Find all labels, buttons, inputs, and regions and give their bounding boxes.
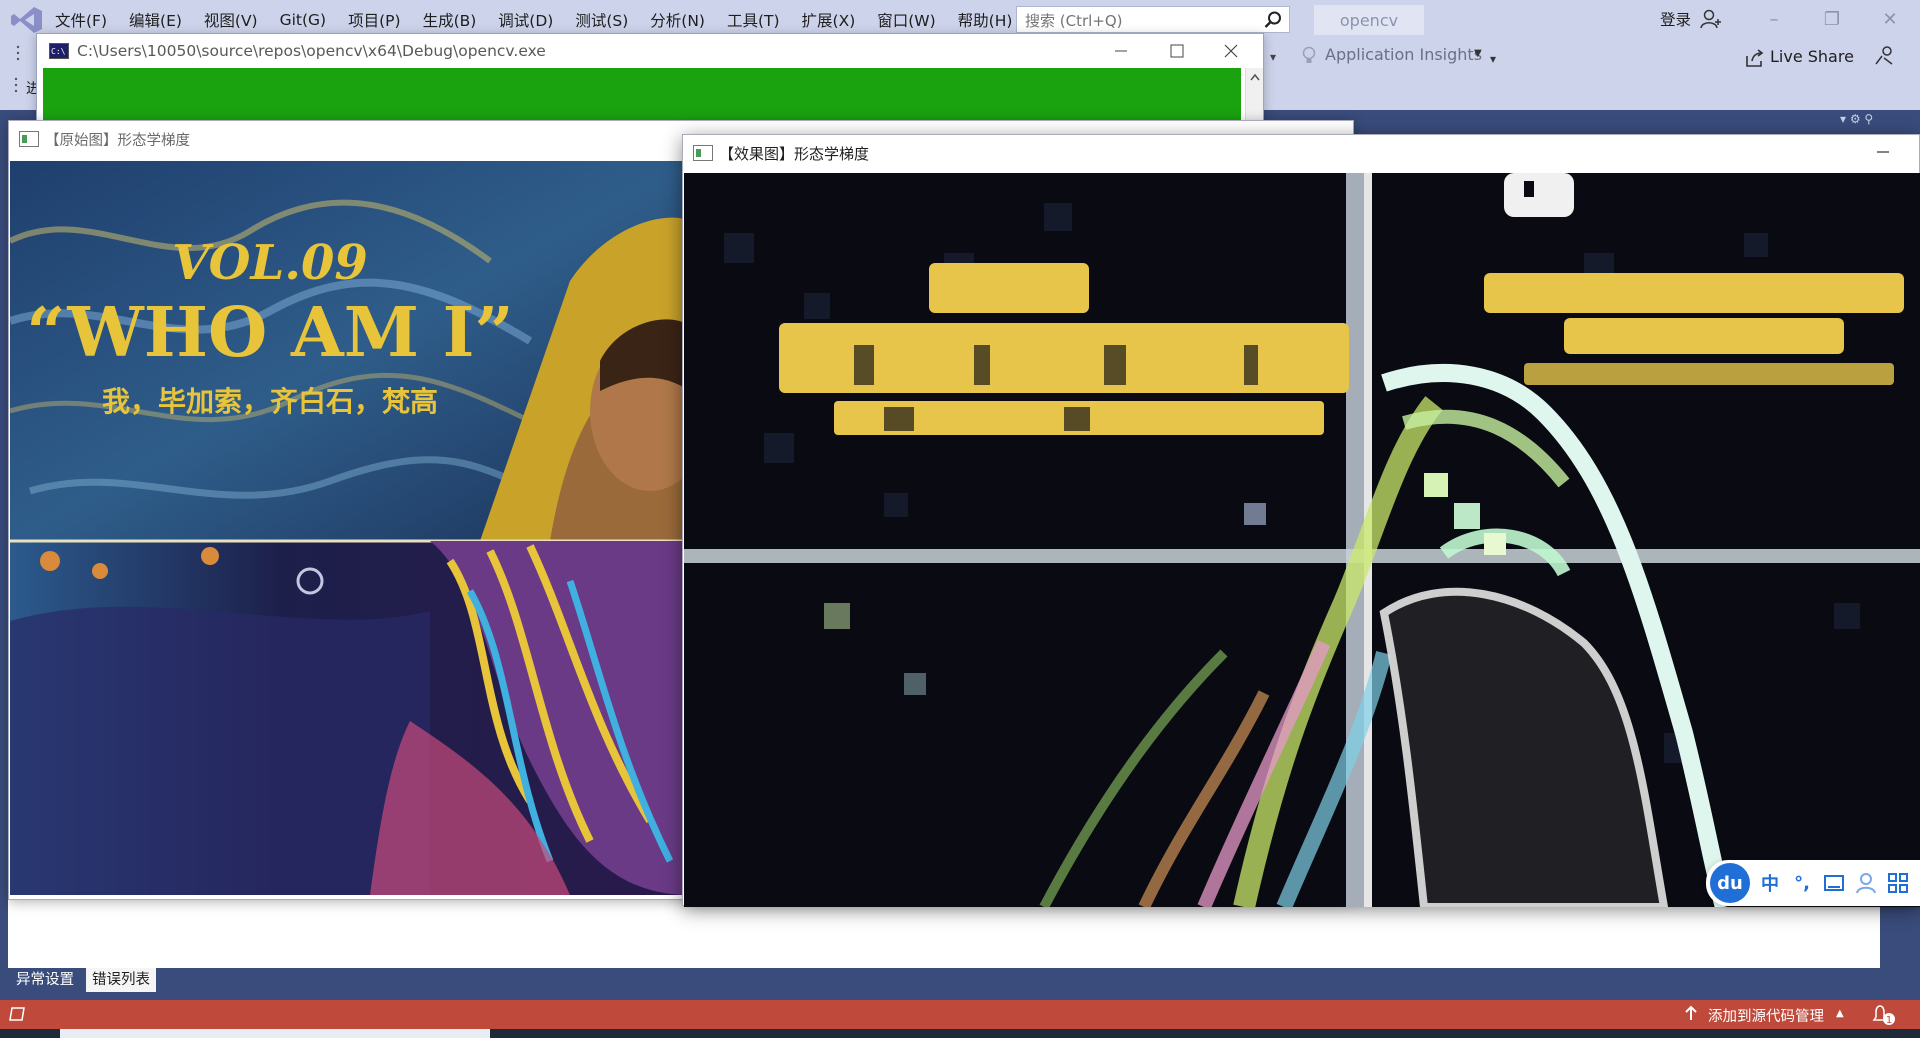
console-title: C:\Users\10050\source\repos\opencv\x64\D… bbox=[77, 42, 546, 60]
scroll-up-icon[interactable] bbox=[1249, 72, 1261, 82]
console-output[interactable] bbox=[43, 68, 1241, 122]
tab-exception-settings[interactable]: 异常设置 bbox=[10, 968, 80, 992]
poster-subtitle: 我，毕加索，齐白石，梵高 bbox=[102, 385, 438, 418]
tool-window-tab-strip bbox=[0, 968, 1920, 1000]
bottom-tabs: 异常设置 错误列表 bbox=[10, 968, 156, 992]
original-window-title: 【原始图】形态学梯度 bbox=[45, 133, 190, 149]
svg-text:C:\: C:\ bbox=[51, 47, 66, 56]
solution-name-badge: opencv bbox=[1314, 5, 1424, 35]
console-app-icon: C:\ bbox=[49, 43, 69, 59]
close-icon[interactable]: ✕ bbox=[1878, 8, 1902, 32]
menu-help[interactable]: 帮助(H) bbox=[947, 9, 1024, 31]
toolbar-grip-icon bbox=[14, 77, 18, 93]
menu-debug[interactable]: 调试(D) bbox=[487, 9, 564, 31]
minimize-icon[interactable] bbox=[1863, 137, 1903, 167]
poster-volume: VOL.09 bbox=[172, 235, 367, 291]
maximize-icon[interactable] bbox=[1157, 36, 1197, 66]
ime-toolbar: du 中 °, bbox=[1706, 860, 1920, 906]
menu-tools[interactable]: 工具(T) bbox=[716, 9, 791, 31]
feedback-icon[interactable] bbox=[1874, 44, 1896, 68]
menu-git[interactable]: Git(G) bbox=[269, 11, 338, 29]
ime-mode-toggle[interactable]: 中 bbox=[1758, 869, 1782, 897]
search-box bbox=[1016, 6, 1290, 33]
ime-logo-button[interactable]: du bbox=[1710, 863, 1750, 903]
restore-icon[interactable]: ❐ bbox=[1820, 8, 1844, 32]
add-account-icon[interactable] bbox=[1700, 8, 1722, 30]
user-icon[interactable] bbox=[1854, 869, 1878, 897]
console-window[interactable]: C:\ C:\Users\10050\source\repos\opencv\x… bbox=[36, 33, 1264, 122]
search-icon[interactable] bbox=[1263, 10, 1283, 30]
toolbar-grip-icon bbox=[16, 45, 20, 61]
tab-error-list[interactable]: 错误列表 bbox=[86, 968, 156, 992]
menu-window[interactable]: 窗口(W) bbox=[866, 9, 946, 31]
opencv-window-icon bbox=[693, 145, 713, 161]
menu-build[interactable]: 生成(B) bbox=[412, 9, 488, 31]
live-share-icon[interactable] bbox=[1744, 48, 1764, 68]
minimize-icon[interactable] bbox=[1101, 36, 1141, 66]
chevron-down-icon[interactable]: ▼ bbox=[1474, 48, 1482, 59]
status-ready-icon[interactable] bbox=[8, 1006, 26, 1022]
chevron-up-icon[interactable]: ▲ bbox=[1836, 1008, 1844, 1019]
live-share-button[interactable]: Live Share bbox=[1770, 47, 1854, 66]
morphological-gradient-image bbox=[684, 173, 1920, 907]
grid-icon[interactable] bbox=[1886, 869, 1910, 897]
visual-studio-logo-icon[interactable] bbox=[10, 5, 44, 35]
console-scrollbar[interactable] bbox=[1245, 68, 1263, 122]
menu-file[interactable]: 文件(F) bbox=[44, 9, 118, 31]
sign-in-link[interactable]: 登录 bbox=[1660, 8, 1691, 30]
taskbar-app-button[interactable] bbox=[60, 1029, 490, 1038]
search-input[interactable] bbox=[1023, 8, 1257, 33]
add-to-source-control-button[interactable]: 添加到源代码管理 bbox=[1708, 1005, 1824, 1026]
status-bar bbox=[0, 1000, 1920, 1029]
window-options-icon[interactable]: ▾ ⚙ ⚲ bbox=[1840, 112, 1910, 132]
toolbar-overflow-icon[interactable]: ▾ bbox=[1490, 52, 1496, 66]
menu-view[interactable]: 视图(V) bbox=[193, 9, 269, 31]
effect-image-window[interactable]: 【效果图】形态学梯度 bbox=[682, 134, 1920, 907]
lightbulb-icon bbox=[1302, 46, 1316, 63]
notification-count: 1 bbox=[1886, 1015, 1892, 1026]
effect-window-title: 【效果图】形态学梯度 bbox=[719, 145, 870, 163]
ime-punctuation-toggle[interactable]: °, bbox=[1790, 869, 1814, 897]
minimize-icon[interactable]: – bbox=[1762, 8, 1786, 32]
arrow-up-icon bbox=[1685, 1005, 1697, 1020]
close-icon[interactable] bbox=[1211, 36, 1251, 66]
menu-test[interactable]: 测试(S) bbox=[564, 9, 639, 31]
menu-extensions[interactable]: 扩展(X) bbox=[791, 9, 867, 31]
menu-project[interactable]: 项目(P) bbox=[337, 9, 411, 31]
menu-analyze[interactable]: 分析(N) bbox=[639, 9, 716, 31]
application-insights-button[interactable]: Application Insights bbox=[1325, 45, 1482, 64]
poster-headline: “WHO AM I” bbox=[26, 293, 513, 373]
opencv-window-icon bbox=[19, 131, 39, 147]
menu-edit[interactable]: 编辑(E) bbox=[118, 9, 193, 31]
toolbar-overflow-icon[interactable]: ▾ bbox=[1270, 50, 1284, 66]
keyboard-icon[interactable] bbox=[1822, 869, 1846, 897]
original-poster-image: VOL.09 “WHO AM I” 我，毕加索，齐白石，梵高 bbox=[10, 161, 690, 895]
notification-bell-icon[interactable]: 1 bbox=[1870, 1002, 1896, 1026]
